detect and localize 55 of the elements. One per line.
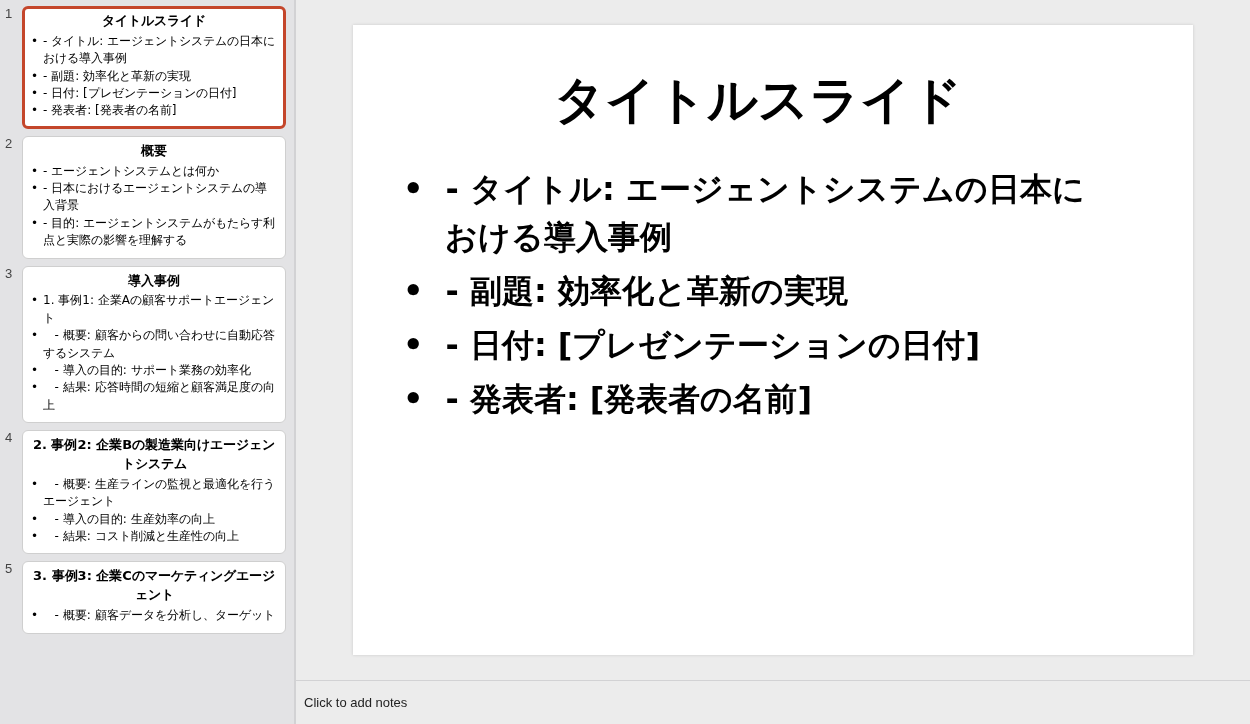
bullet-marker: •: [31, 214, 39, 232]
bullet-marker: •: [31, 85, 39, 102]
slide-bullet: - 発表者: [発表者の名前]: [445, 379, 813, 420]
slide-number: 3: [4, 265, 14, 282]
slide-number: 2: [4, 135, 14, 152]
thumbnail-bullet: - 日本におけるエージェントシステムの導入背景: [43, 180, 269, 215]
slide-bullet: - 副題: 効率化と革新の実現: [445, 271, 848, 312]
thumbnail-bullet: - 発表者: [発表者の名前]: [43, 102, 177, 120]
bullet-marker: •: [403, 271, 424, 312]
slide-number: 5: [4, 561, 14, 578]
thumbnail-bullet: - 副題: 効率化と革新の実現: [43, 67, 192, 85]
bullet-marker: •: [31, 528, 39, 546]
thumbnail-bullet: - エージェントシステムとは何か: [43, 162, 220, 180]
thumbnail-bullet: - 導入の目的: 生産効率の向上: [53, 510, 215, 528]
slide-number: 4: [4, 430, 14, 447]
thumbnail-bullet: - 概要: 顧客データを分析し、ターゲット: [53, 607, 275, 625]
bullet-marker: •: [31, 475, 39, 493]
slide-number: 1: [4, 6, 14, 22]
bullet-marker: •: [31, 327, 39, 345]
slide-thumbnail[interactable]: 2. 事例2: 企業Bの製造業向けエージェントシステム • - 概要: 生産ラインの監視と最適化を行うエージェント • - 導入の目的: 生産効率の向上 • - 結果: コスト削減と生産性の向上: [22, 430, 286, 555]
thumbnail-bullet: - 導入の目的: サポート業務の効率化: [53, 362, 251, 379]
bullet-marker: •: [31, 607, 39, 625]
thumbnail-title: 導入事例: [127, 271, 181, 290]
bullet-marker: •: [31, 102, 39, 120]
bullet-marker: •: [31, 32, 39, 50]
thumbnail-title: タイトルスライド: [101, 12, 207, 30]
thumbnail-bullet: - タイトル: エージェントシステムの日本における導入事例: [43, 32, 277, 68]
bullet-marker: •: [31, 379, 39, 397]
bullet-marker: •: [31, 292, 39, 310]
thumbnail-bullet: - 結果: コスト削減と生産性の向上: [53, 528, 239, 546]
bullet-marker: •: [31, 180, 39, 198]
notes-field[interactable]: Click to add notes: [302, 693, 706, 712]
bullet-marker: •: [403, 169, 424, 210]
thumbnail-bullet: - 日付: [プレゼンテーションの日付]: [43, 85, 237, 102]
thumbnail-bullet: - 結果: 応答時間の短縮と顧客満足度の向上: [43, 379, 276, 414]
slide-thumbnail[interactable]: タイトルスライド • - タイトル: エージェントシステムの日本における導入事例 • - 副題: 効率化と革新の実現 • - 日付: [プレゼンテーションの日付] • - 発表者: [発表者の名前]: [22, 6, 286, 129]
bullet-marker: •: [31, 162, 39, 180]
thumbnail-bullet: - 概要: 顧客からの問い合わせに自動応答するシステム: [43, 327, 276, 362]
slide-thumbnail[interactable]: 3. 事例3: 企業Cのマーケティングエージェント • - 概要: 顧客データを分析し、ターゲット: [22, 561, 286, 634]
thumbnail-title: 2. 事例2: 企業Bの製造業向けエージェントシステム: [31, 436, 277, 473]
thumbnail-bullet: - 目的: エージェントシステムがもたらす利点と実際の影響を理解する: [43, 214, 277, 250]
slide-title: タイトルスライド: [553, 70, 963, 131]
thumbnail-bullet: 1. 事例1: 企業Aの顧客サポートエージェント: [43, 292, 276, 327]
bullet-marker: •: [31, 510, 39, 528]
thumbnail-title: 3. 事例3: 企業Cのマーケティングエージェント: [32, 567, 276, 605]
slide-bullet: - 日付: [プレゼンテーションの日付]: [445, 325, 981, 366]
bullet-marker: •: [403, 379, 424, 420]
thumbnail-title: 概要: [139, 141, 168, 160]
slide-bullet: - タイトル: エージェントシステムの日本における導入事例: [445, 169, 1086, 258]
bullet-marker: •: [31, 362, 39, 379]
bullet-marker: •: [403, 325, 424, 366]
bullet-marker: •: [31, 67, 39, 85]
thumbnail-bullet: - 概要: 生産ラインの監視と最適化を行うエージェント: [43, 475, 276, 511]
slide-thumbnail[interactable]: 導入事例 • 1. 事例1: 企業Aの顧客サポートエージェント • - 概要: 顧客からの問い合わせに自動応答するシステム • - 導入の目的: サポート業務の効率化 • - 結果: 応答時間の短縮と顧客満足度の向上: [22, 265, 286, 424]
slide-thumbnail[interactable]: 概要 • - エージェントシステムとは何か • - 日本におけるエージェントシステムの導入背景 • - 目的: エージェントシステムがもたらす利点と実際の影響を理解する: [22, 135, 286, 259]
